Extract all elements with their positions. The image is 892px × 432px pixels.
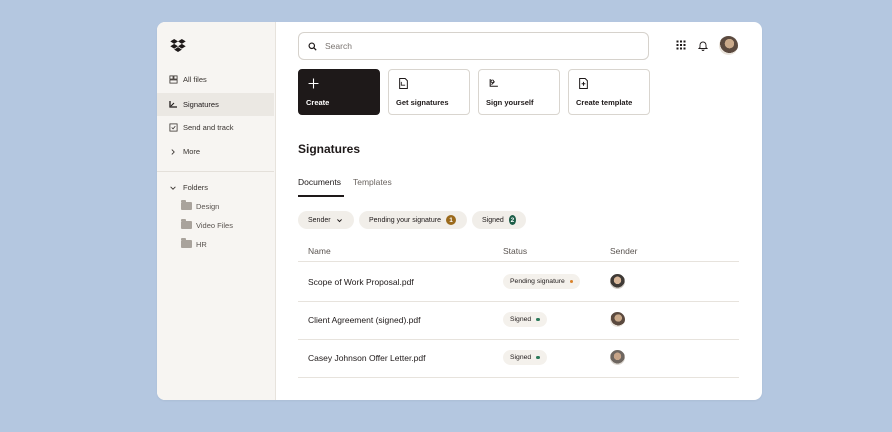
sign-yourself-icon xyxy=(489,79,498,87)
signed-filter-chip[interactable]: Signed 2 xyxy=(472,211,526,229)
sidebar-item-signatures[interactable]: Signatures xyxy=(157,93,274,116)
action-label: Create xyxy=(306,98,330,107)
dropbox-logo-icon[interactable] xyxy=(170,39,186,52)
sidebar-item-more[interactable]: More xyxy=(157,140,274,163)
status-dot-icon xyxy=(569,279,574,284)
apps-grid-icon[interactable] xyxy=(676,38,686,52)
table-row[interactable]: Casey Johnson Offer Letter.pdf Signed xyxy=(298,339,739,377)
folder-label: HR xyxy=(196,239,207,249)
search-icon xyxy=(308,41,317,51)
chip-label: Sender xyxy=(308,216,331,224)
action-label: Create template xyxy=(576,98,633,107)
table-row[interactable]: Client Agreement (signed).pdf Signed xyxy=(298,301,739,339)
table-row[interactable]: Scope of Work Proposal.pdf Pending signa… xyxy=(298,263,739,301)
get-signatures-icon xyxy=(399,78,408,89)
pending-count-badge: 1 xyxy=(446,215,456,225)
sidebar-item-label: All files xyxy=(183,75,207,84)
folder-item-design[interactable]: Design xyxy=(181,198,219,214)
sender-avatar xyxy=(610,274,625,289)
folders-toggle[interactable]: Folders xyxy=(157,176,274,199)
folder-label: Video Files xyxy=(196,220,233,230)
column-header-sender[interactable]: Sender xyxy=(610,246,637,256)
sidebar-item-all-files[interactable]: All files xyxy=(157,68,274,91)
signed-count-badge: 2 xyxy=(508,215,516,225)
search-bar[interactable] xyxy=(298,32,649,60)
status-label: Signed xyxy=(510,354,532,361)
create-button[interactable]: Create xyxy=(298,69,380,115)
search-input[interactable] xyxy=(323,40,627,52)
action-label: Get signatures xyxy=(396,98,449,107)
chevron-right-icon xyxy=(168,147,178,157)
chip-label: Pending your signature xyxy=(369,216,441,224)
app-window: All files Signatures Send and track More xyxy=(157,22,762,400)
chevron-down-icon xyxy=(168,183,178,193)
status-label: Signed xyxy=(510,316,532,323)
sidebar-divider xyxy=(157,171,274,172)
file-name: Client Agreement (signed).pdf xyxy=(308,315,421,325)
sender-filter-chip[interactable]: Sender xyxy=(298,211,354,229)
status-dot-icon xyxy=(536,355,540,360)
tab-templates[interactable]: Templates xyxy=(353,177,392,187)
bell-icon[interactable] xyxy=(698,38,708,52)
status-badge: Signed xyxy=(503,312,547,327)
template-icon xyxy=(579,78,588,89)
status-dot-icon xyxy=(536,317,540,322)
chip-label: Signed xyxy=(482,216,504,224)
status-badge: Signed xyxy=(503,350,547,365)
column-header-name[interactable]: Name xyxy=(308,246,331,256)
sidebar-item-send-and-track[interactable]: Send and track xyxy=(157,116,274,139)
action-label: Sign yourself xyxy=(486,98,534,107)
file-name: Casey Johnson Offer Letter.pdf xyxy=(308,353,426,363)
status-badge: Pending signature xyxy=(503,274,581,289)
column-header-status[interactable]: Status xyxy=(503,246,527,256)
tab-documents[interactable]: Documents xyxy=(298,177,341,187)
sender-avatar xyxy=(610,312,625,327)
user-avatar[interactable] xyxy=(719,36,738,55)
signature-icon xyxy=(168,100,178,110)
active-tab-indicator xyxy=(298,195,344,197)
table-divider xyxy=(298,261,739,262)
folder-item-hr[interactable]: HR xyxy=(181,236,207,252)
chevron-down-icon xyxy=(336,218,342,222)
pending-filter-chip[interactable]: Pending your signature 1 xyxy=(359,211,467,229)
folder-icon xyxy=(181,200,192,210)
folder-item-video-files[interactable]: Video Files xyxy=(181,217,233,233)
status-label: Pending signature xyxy=(510,278,565,285)
send-track-icon xyxy=(168,123,178,133)
table-divider xyxy=(298,377,739,378)
get-signatures-button[interactable]: Get signatures xyxy=(388,69,470,115)
folders-label: Folders xyxy=(183,183,209,192)
plus-icon xyxy=(308,78,319,89)
sidebar: All files Signatures Send and track More xyxy=(157,22,276,400)
sidebar-item-label: Send and track xyxy=(183,123,234,132)
create-template-button[interactable]: Create template xyxy=(568,69,650,115)
folder-icon xyxy=(181,238,192,248)
folder-label: Design xyxy=(196,201,220,211)
all-files-icon xyxy=(168,75,178,85)
sign-yourself-button[interactable]: Sign yourself xyxy=(478,69,560,115)
sidebar-item-label: Signatures xyxy=(183,100,219,109)
sender-avatar xyxy=(610,350,625,365)
sidebar-item-label: More xyxy=(183,147,201,156)
folder-icon xyxy=(181,219,192,229)
page-title: Signatures xyxy=(298,142,361,156)
file-name: Scope of Work Proposal.pdf xyxy=(308,277,414,287)
